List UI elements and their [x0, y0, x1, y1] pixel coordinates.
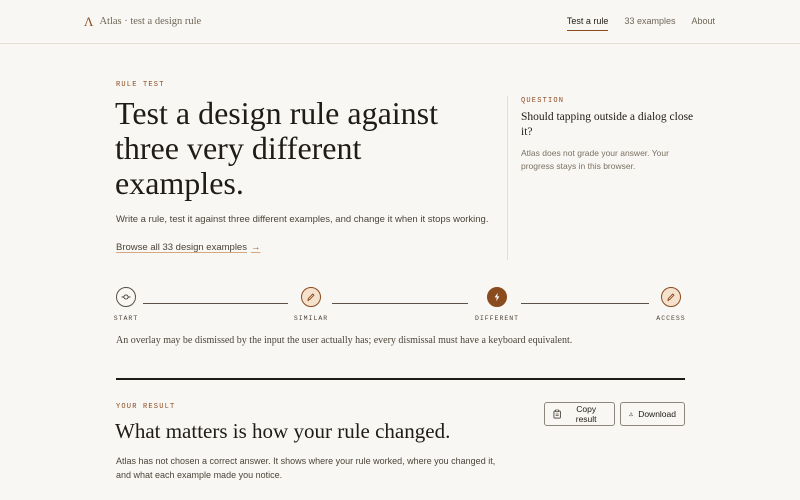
download-icon: [629, 412, 633, 417]
pencil-icon: [307, 293, 315, 302]
question-note: Atlas does not grade your answer. Your p…: [521, 148, 669, 171]
clipboard-icon: [553, 409, 561, 419]
hero-intro: Write a rule, test it against three diff…: [116, 214, 489, 225]
top-bar: Λ Atlas · test a design rule Test a rule…: [0, 0, 800, 44]
copy-result-label: Copy result: [575, 404, 597, 424]
result-text: Atlas has not chosen a correct answer. I…: [116, 456, 496, 480]
copy-result-button[interactable]: Copy result: [544, 402, 615, 426]
download-button[interactable]: Download: [620, 402, 685, 426]
browse-examples-link[interactable]: Browse all 33 design examples →: [116, 242, 260, 253]
step-similar: SIMILAR: [281, 287, 341, 322]
hero-eyebrow: RULE TEST: [116, 81, 165, 89]
nav-about[interactable]: About: [691, 16, 715, 26]
section-divider: [116, 378, 685, 380]
lightning-icon: [494, 292, 500, 302]
step-label: SIMILAR: [293, 315, 329, 322]
step-different-button[interactable]: [487, 287, 507, 307]
step-access-button[interactable]: [661, 287, 681, 307]
vertical-divider: [507, 96, 508, 260]
main-nav: Test a rule 33 examples About: [566, 16, 715, 31]
result-title: What matters is how your rule changed.: [115, 419, 451, 443]
step-start: START: [96, 287, 156, 322]
brand-label: Atlas · test a design rule: [99, 16, 202, 27]
nav-examples[interactable]: 33 examples: [624, 16, 675, 26]
download-label: Download: [638, 409, 676, 419]
step-different: DIFFERENT: [467, 287, 527, 322]
step-label: ACCESS: [656, 315, 686, 322]
nav-test-a-rule[interactable]: Test a rule: [566, 16, 608, 31]
step-connector: [521, 303, 649, 304]
question-label: QUESTION: [521, 97, 565, 105]
arrow-right-icon: →: [250, 242, 261, 253]
step-label: START: [113, 315, 139, 322]
branch-icon: [121, 294, 131, 300]
step-similar-button[interactable]: [301, 287, 321, 307]
step-access: ACCESS: [641, 287, 701, 322]
step-label: DIFFERENT: [474, 315, 520, 322]
rule-text: An overlay may be dismissed by the input…: [116, 335, 573, 346]
page-title: Test a design rule against three very di…: [115, 95, 438, 201]
question-text: Should tapping outside a dialog close it…: [521, 111, 694, 138]
brand[interactable]: Λ Atlas · test a design rule: [84, 15, 201, 28]
step-connector: [332, 303, 468, 304]
atlas-logo-icon: Λ: [84, 14, 94, 29]
result-eyebrow: YOUR RESULT: [116, 403, 176, 411]
step-start-button[interactable]: [116, 287, 136, 307]
step-connector: [143, 303, 288, 304]
browse-link-label: Browse all 33 design examples: [116, 242, 247, 253]
pencil-icon: [667, 293, 675, 302]
